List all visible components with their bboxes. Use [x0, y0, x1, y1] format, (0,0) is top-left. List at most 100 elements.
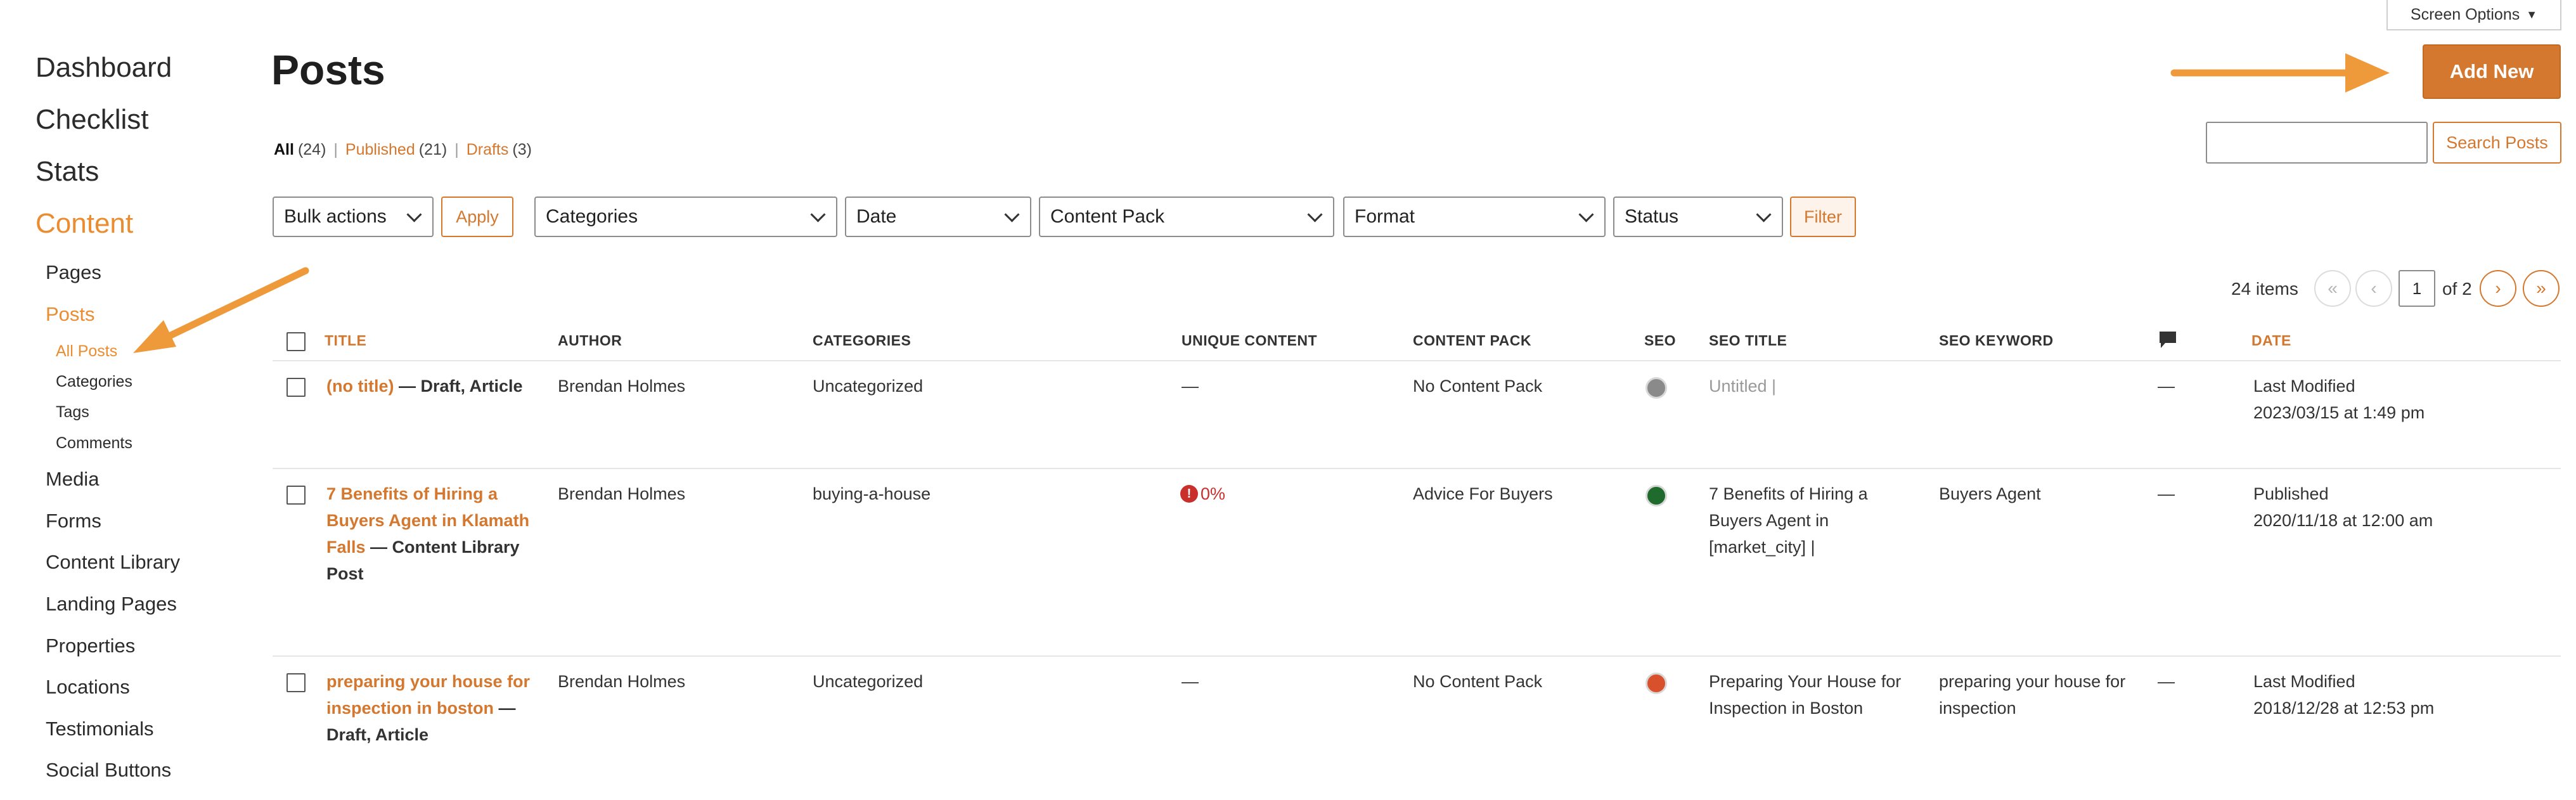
post-author-link[interactable]: Brendan Holmes	[558, 481, 685, 507]
status-all-count: (24)	[297, 141, 326, 158]
sidebar-item-social-buttons[interactable]: Social Buttons	[46, 759, 171, 782]
seo-status-dot	[1645, 673, 1667, 694]
date-status: Published	[2253, 484, 2329, 503]
date-value: 2018/12/28 at 12:53 pm	[2253, 699, 2435, 718]
unique-content-warning: ! 0%	[1180, 481, 1225, 507]
date-status: Last Modified	[2253, 672, 2355, 691]
row-checkbox[interactable]	[287, 378, 306, 397]
row-divider	[273, 655, 2561, 657]
row-checkbox[interactable]	[287, 673, 306, 692]
date-cell: Published 2020/11/18 at 12:00 am	[2253, 481, 2520, 534]
column-seo-keyword: SEO KEYWORD	[1939, 332, 2054, 349]
chevron-down-icon	[1756, 206, 1772, 223]
sidebar-item-posts[interactable]: Posts	[46, 303, 95, 326]
current-page-input[interactable]: 1	[2399, 270, 2435, 307]
post-title-cell: (no title) — Draft, Article	[326, 373, 536, 399]
date-status: Last Modified	[2253, 377, 2355, 396]
chevron-down-icon	[406, 206, 422, 223]
header-divider	[273, 360, 2561, 361]
date-label: Date	[856, 206, 897, 227]
content-pack-link[interactable]: Advice For Buyers	[1413, 481, 1553, 507]
items-count: 24 items	[2231, 279, 2298, 299]
date-value: 2023/03/15 at 1:49 pm	[2253, 403, 2425, 422]
sidebar-item-all-posts[interactable]: All Posts	[56, 342, 117, 361]
nav-stats[interactable]: Stats	[35, 156, 99, 188]
post-state: — Draft, Article	[394, 377, 523, 396]
sidebar-item-tags[interactable]: Tags	[56, 403, 89, 422]
sidebar-item-content-library[interactable]: Content Library	[46, 551, 180, 574]
last-page-button[interactable]: »	[2523, 270, 2560, 307]
post-title-link[interactable]: (no title)	[326, 377, 394, 396]
sidebar-item-testimonials[interactable]: Testimonials	[46, 718, 154, 740]
total-pages: of 2	[2442, 279, 2472, 299]
search-input[interactable]	[2206, 122, 2428, 164]
post-category-link[interactable]: Uncategorized	[813, 373, 923, 399]
prev-page-button[interactable]: ‹	[2355, 270, 2392, 307]
select-all-checkbox[interactable]	[287, 332, 306, 351]
sidebar-item-categories[interactable]: Categories	[56, 373, 132, 391]
nav-dashboard[interactable]: Dashboard	[35, 52, 172, 84]
chevron-down-icon	[1004, 206, 1020, 223]
status-drafts-link[interactable]: Drafts	[467, 141, 509, 159]
row-checkbox[interactable]	[287, 486, 306, 505]
page-title: Posts	[271, 46, 385, 93]
status-drafts-count: (3)	[512, 141, 532, 158]
seo-status-dot	[1645, 485, 1667, 506]
sidebar-item-locations[interactable]: Locations	[46, 676, 130, 699]
status-all-link[interactable]: All	[274, 141, 294, 159]
status-published-link[interactable]: Published	[345, 141, 415, 159]
date-select[interactable]: Date	[845, 197, 1031, 237]
categories-select[interactable]: Categories	[534, 197, 837, 237]
search-posts-button[interactable]: Search Posts	[2433, 122, 2561, 164]
column-categories: CATEGORIES	[813, 332, 911, 349]
sidebar-item-comments[interactable]: Comments	[56, 434, 132, 453]
screen-options-button[interactable]: Screen Options ▼	[2386, 0, 2561, 30]
format-select[interactable]: Format	[1343, 197, 1606, 237]
status-select[interactable]: Status	[1613, 197, 1783, 237]
post-author-link[interactable]: Brendan Holmes	[558, 668, 685, 695]
unique-content-value: —	[1182, 672, 1199, 691]
sidebar-item-landing-pages[interactable]: Landing Pages	[46, 593, 177, 616]
column-content-pack: CONTENT PACK	[1413, 332, 1532, 349]
comments-icon	[2160, 332, 2176, 348]
chevron-down-icon	[1307, 206, 1323, 223]
content-pack-label: Content Pack	[1050, 206, 1165, 227]
seo-title-value: Untitled |	[1709, 377, 1777, 396]
nav-checklist[interactable]: Checklist	[35, 104, 149, 136]
column-date[interactable]: DATE	[2251, 332, 2291, 349]
bulk-actions-select[interactable]: Bulk actions	[273, 197, 434, 237]
comments-count: —	[2158, 672, 2175, 691]
row-divider	[273, 468, 2561, 469]
post-title-cell: 7 Benefits of Hiring a Buyers Agent in K…	[326, 481, 536, 587]
chevron-down-icon	[810, 206, 826, 223]
next-page-button[interactable]: ›	[2480, 270, 2516, 307]
sidebar-item-properties[interactable]: Properties	[46, 635, 135, 657]
apply-button[interactable]: Apply	[441, 197, 513, 237]
warning-icon: !	[1180, 485, 1198, 503]
post-category-link[interactable]: buying-a-house	[813, 481, 931, 507]
column-title[interactable]: TITLE	[325, 332, 366, 349]
screen-options-label: Screen Options	[2410, 5, 2520, 23]
content-pack-select[interactable]: Content Pack	[1039, 197, 1334, 237]
post-author-link[interactable]: Brendan Holmes	[558, 373, 685, 399]
first-page-button[interactable]: «	[2314, 270, 2351, 307]
status-published-count: (21)	[418, 141, 448, 158]
status-separator: |	[454, 141, 459, 158]
categories-label: Categories	[546, 206, 638, 227]
column-author: AUTHOR	[558, 332, 622, 349]
sidebar-item-pages[interactable]: Pages	[46, 261, 101, 284]
bulk-actions-label: Bulk actions	[284, 206, 387, 227]
add-new-button[interactable]: Add New	[2423, 44, 2561, 99]
post-title-cell: preparing your house for inspection in b…	[326, 668, 536, 748]
nav-content[interactable]: Content	[35, 208, 133, 240]
chevron-down-icon	[1578, 206, 1594, 223]
post-category-link[interactable]: Uncategorized	[813, 668, 923, 695]
sidebar-item-media[interactable]: Media	[46, 468, 99, 491]
seo-keyword-value: preparing your house for inspection	[1939, 672, 2126, 718]
status-label: Status	[1625, 206, 1679, 227]
unique-content-value: 0%	[1201, 484, 1226, 503]
seo-status-dot	[1645, 377, 1667, 399]
seo-keyword-value: Buyers Agent	[1939, 484, 2041, 503]
filter-button[interactable]: Filter	[1790, 197, 1856, 237]
sidebar-item-forms[interactable]: Forms	[46, 510, 101, 532]
